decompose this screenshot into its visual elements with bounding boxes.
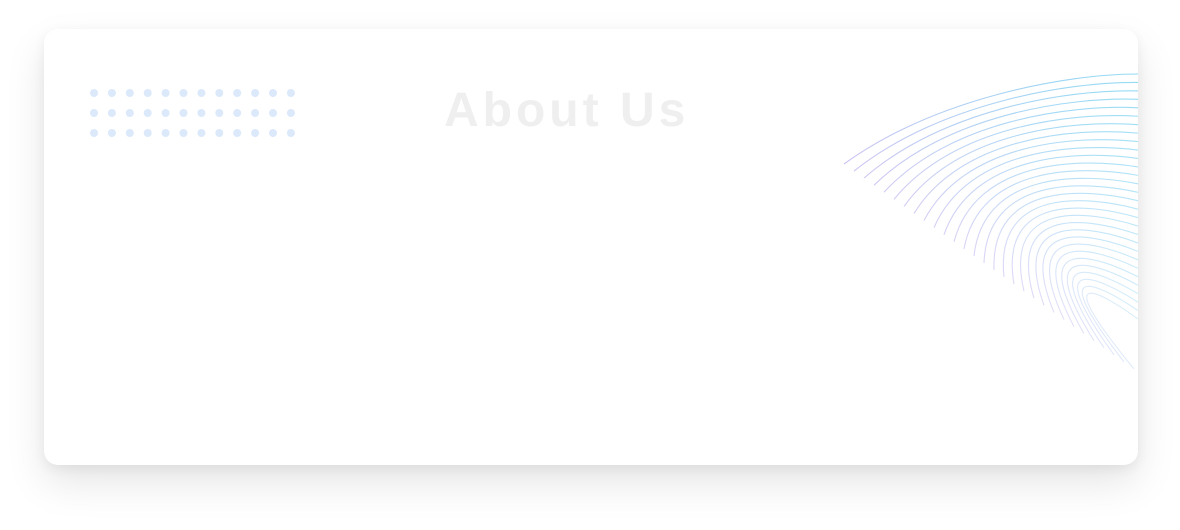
dot-grid-icon bbox=[90, 89, 295, 137]
wave-lines-icon bbox=[843, 73, 1138, 369]
dot bbox=[233, 109, 242, 117]
dot bbox=[143, 109, 152, 117]
dot bbox=[107, 129, 116, 137]
wave-line bbox=[1011, 207, 1138, 285]
dot bbox=[90, 109, 98, 117]
dot bbox=[269, 89, 277, 97]
dot bbox=[197, 109, 206, 117]
dot bbox=[143, 129, 152, 137]
wave-line bbox=[843, 73, 1138, 165]
dot bbox=[90, 129, 98, 137]
wave-line bbox=[1035, 229, 1138, 306]
dot bbox=[125, 89, 134, 97]
dot bbox=[286, 129, 295, 137]
dot bbox=[269, 129, 277, 137]
dot bbox=[179, 89, 188, 97]
wave-line bbox=[1086, 292, 1138, 369]
wave-line bbox=[923, 139, 1138, 221]
dot bbox=[143, 89, 152, 97]
dot bbox=[161, 129, 170, 137]
dot bbox=[125, 129, 134, 137]
dot bbox=[251, 129, 260, 137]
dot bbox=[179, 109, 188, 117]
dot bbox=[107, 109, 116, 117]
dot bbox=[161, 89, 170, 97]
wave-line bbox=[1081, 285, 1138, 363]
dot bbox=[215, 89, 224, 97]
page-title: About Us bbox=[444, 84, 690, 137]
wave-line bbox=[1077, 278, 1138, 356]
dot bbox=[286, 109, 295, 117]
dot bbox=[125, 109, 134, 117]
dot bbox=[179, 129, 188, 137]
about-card: About Us bbox=[44, 29, 1138, 465]
wave-line bbox=[963, 170, 1138, 249]
dot bbox=[161, 109, 170, 117]
wave-line bbox=[873, 98, 1138, 186]
wave-line bbox=[913, 131, 1138, 214]
dot bbox=[269, 109, 277, 117]
dot bbox=[286, 89, 295, 97]
dot bbox=[233, 89, 242, 97]
dot bbox=[197, 89, 206, 97]
dot bbox=[197, 129, 206, 137]
dot bbox=[107, 89, 116, 97]
dot bbox=[215, 109, 224, 117]
page-stage: About Us bbox=[0, 0, 1180, 530]
dot bbox=[233, 129, 242, 137]
dot bbox=[251, 89, 260, 97]
dot bbox=[90, 89, 98, 97]
dot bbox=[251, 109, 260, 117]
dot bbox=[215, 129, 224, 137]
